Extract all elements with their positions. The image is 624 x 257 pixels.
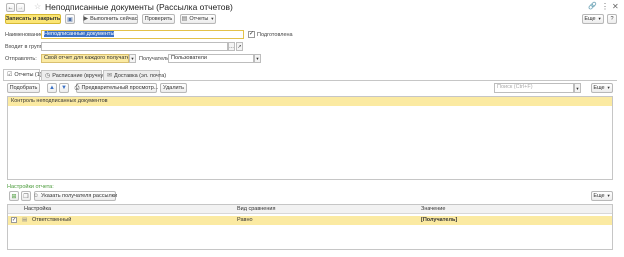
- floppy-disk-icon: ▣: [67, 16, 73, 23]
- preview-button[interactable]: ⎙ Предварительный просмотр...: [74, 83, 159, 93]
- chevron-down-icon: ▼: [575, 85, 580, 91]
- arrow-right-icon: →: [17, 4, 24, 11]
- arrow-left-icon: ←: [7, 4, 14, 11]
- group-dropdown-button[interactable]: …: [228, 42, 235, 51]
- tab-delivery-label: Доставка (эл. почта): [114, 72, 167, 79]
- chevron-down-icon: ▼: [597, 16, 602, 21]
- tab-delivery[interactable]: ✉ Доставка (эл. почта): [103, 70, 166, 80]
- settings-table[interactable]: Настройка Вид сравнения Значение ✓ ▤ Отв…: [7, 204, 613, 250]
- column-header-comparison: Вид сравнения: [237, 206, 276, 212]
- recipients-select[interactable]: Пользователи: [168, 54, 254, 63]
- send-label: Отправлять:: [5, 56, 37, 62]
- recipients-label: Получатели:: [139, 56, 171, 62]
- tab-schedule[interactable]: ◷ Расписание (вручную): [41, 70, 109, 80]
- chevron-down-icon: ▼: [130, 56, 135, 61]
- name-input[interactable]: Неподписанные документы: [41, 30, 244, 39]
- settings-field-icon: ▤: [22, 217, 28, 223]
- add-setting-button[interactable]: ⊞: [9, 191, 19, 201]
- chevron-down-icon: ▼: [210, 16, 215, 21]
- add-icon: ⊞: [11, 193, 17, 200]
- check-button[interactable]: Проверить: [142, 14, 175, 24]
- preview-label: Предварительный просмотр...: [81, 85, 159, 91]
- setting-name: Ответственный: [32, 217, 72, 223]
- tab-reports-label: Отчеты (1): [14, 72, 42, 78]
- link-icon[interactable]: 🔗: [588, 3, 597, 10]
- group-input[interactable]: [41, 42, 228, 51]
- settings-section-label: Настройки отчета:: [7, 184, 54, 190]
- report-icon: ▤: [181, 16, 188, 22]
- vertical-dots-icon[interactable]: ⋮: [601, 3, 609, 11]
- group-open-button[interactable]: ↗: [236, 42, 243, 51]
- name-label: Наименование:: [5, 32, 45, 38]
- reports-more-label: Еще: [593, 85, 605, 91]
- pick-button[interactable]: Подобрать: [7, 83, 40, 93]
- back-button[interactable]: ←: [6, 3, 15, 12]
- delete-button[interactable]: Удалить: [160, 83, 187, 93]
- link-icon: ↗: [237, 43, 242, 50]
- run-now-label: Выполнить сейчас: [90, 16, 138, 22]
- chevron-down-icon: ▼: [606, 85, 611, 90]
- chevron-down-icon: ▼: [255, 56, 260, 61]
- reports-menu-button[interactable]: ▤ Отчеты ▼: [180, 14, 216, 24]
- save-button[interactable]: ▣: [65, 14, 75, 24]
- user-icon: ☺: [32, 193, 39, 199]
- reports-more-button[interactable]: Еще ▼: [591, 83, 613, 93]
- comparison-value: Равно: [237, 217, 253, 223]
- star-icon[interactable]: ☆: [34, 3, 41, 11]
- run-now-button[interactable]: ▶ Выполнить сейчас: [83, 14, 138, 24]
- name-value: Неподписанные документы: [44, 31, 115, 37]
- prepared-checkbox[interactable]: ✓: [248, 31, 255, 38]
- more-button[interactable]: Еще ▼: [582, 14, 604, 24]
- chevron-down-icon: ▼: [606, 193, 611, 198]
- reports-label: Отчеты: [189, 16, 209, 22]
- search-options-button[interactable]: ▼: [574, 83, 581, 93]
- specify-recipients-button[interactable]: ☺ Указать получателя рассылки: [32, 191, 118, 201]
- settings-table-header: Настройка Вид сравнения Значение: [8, 205, 612, 214]
- list-item[interactable]: Контроль неподписанных документов: [8, 97, 612, 106]
- report-name: Контроль неподписанных документов: [11, 98, 108, 104]
- setting-value: [Получатель]: [421, 217, 458, 223]
- table-row[interactable]: ✓ ▤ Ответственный Равно [Получатель]: [8, 216, 612, 225]
- column-header-value: Значение: [421, 206, 446, 212]
- send-dropdown-button[interactable]: ▼: [129, 54, 136, 63]
- tab-reports[interactable]: ☑ Отчеты (1): [3, 69, 42, 80]
- window-title: Неподписанные документы (Рассылка отчето…: [45, 2, 233, 12]
- more-label: Еще: [584, 16, 596, 22]
- close-icon[interactable]: ✕: [612, 3, 619, 11]
- column-header-setting: Настройка: [24, 206, 52, 212]
- move-up-button[interactable]: ▲: [47, 83, 57, 93]
- reports-list[interactable]: Контроль неподписанных документов: [7, 96, 613, 180]
- delivery-icon: ✉: [107, 72, 113, 79]
- specify-recipients-label: Указать получателя рассылки: [41, 193, 118, 199]
- help-button[interactable]: ?: [607, 14, 617, 24]
- settings-more-label: Еще: [593, 193, 605, 199]
- copy-setting-button[interactable]: ❐: [21, 191, 31, 201]
- settings-more-button[interactable]: Еще ▼: [591, 191, 613, 201]
- save-and-close-button[interactable]: Записать и закрыть: [5, 14, 61, 24]
- prepared-label: Подготовлена: [257, 32, 293, 38]
- copy-icon: ❐: [23, 193, 29, 200]
- forward-button[interactable]: →: [16, 3, 25, 12]
- tab-schedule-label: Расписание (вручную): [52, 72, 110, 79]
- arrow-up-icon: ▲: [49, 85, 55, 91]
- clock-icon: ◷: [45, 72, 51, 79]
- arrow-down-icon: ▼: [61, 85, 67, 91]
- send-select[interactable]: Свой отчет для каждого получателя: [41, 54, 129, 63]
- row-checkbox[interactable]: ✓: [11, 217, 17, 223]
- search-input[interactable]: Поиск (Ctrl+F): [494, 83, 574, 93]
- print-icon: ⎙: [74, 85, 80, 91]
- ellipsis-icon: …: [229, 43, 234, 50]
- recipients-dropdown-button[interactable]: ▼: [254, 54, 261, 63]
- send-icon: ▶: [83, 16, 89, 22]
- tabs-divider: [3, 80, 617, 81]
- move-down-button[interactable]: ▼: [59, 83, 69, 93]
- checkbox-icon: ☑: [7, 72, 13, 78]
